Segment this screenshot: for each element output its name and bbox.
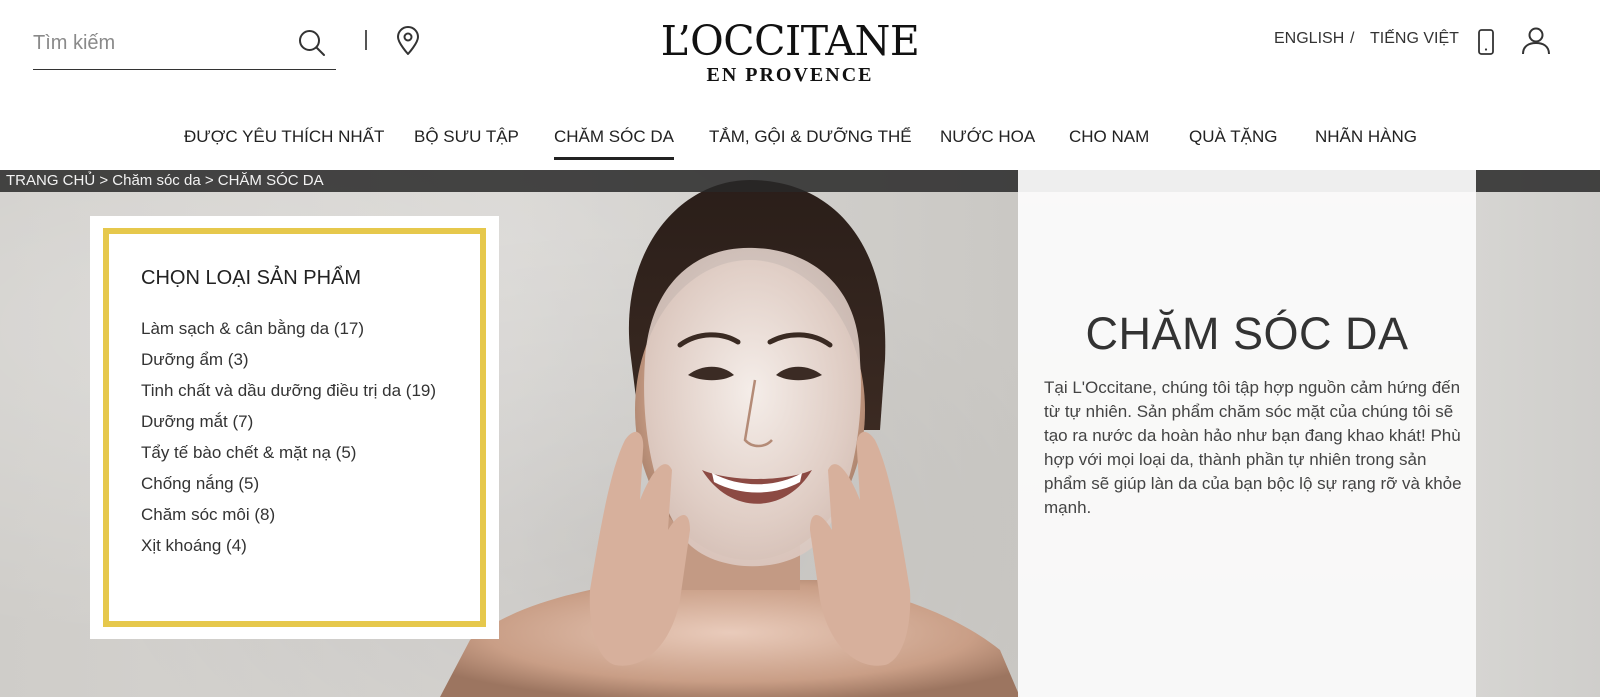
nav-item-fragrance[interactable]: NƯỚC HOA: [940, 120, 1035, 154]
language-english-link[interactable]: ENGLISH: [1274, 30, 1344, 48]
language-separator: /: [1350, 30, 1355, 47]
nav-item-favorites[interactable]: ĐƯỢC YÊU THÍCH NHẤT: [184, 120, 384, 154]
hero-background-right: [1476, 170, 1600, 697]
category-item-serums-oils[interactable]: Tinh chất và dầu dưỡng điều trị da (19): [141, 380, 441, 401]
site-header: L’OCCITANE EN PROVENCE ENGLISH / TIẾNG V…: [0, 0, 1600, 170]
brand-logo[interactable]: L’OCCITANE EN PROVENCE: [640, 18, 940, 96]
category-filter-list: Làm sạch & cân bằng da (17) Dưỡng ẩm (3)…: [141, 318, 441, 566]
nav-item-skincare[interactable]: CHĂM SÓC DA: [554, 120, 674, 160]
hero-photo: [440, 180, 1020, 697]
nav-item-collections[interactable]: BỘ SƯU TẬP: [414, 120, 519, 154]
search-input[interactable]: [33, 28, 283, 58]
breadcrumb-category-link[interactable]: Chăm sóc da: [112, 172, 200, 189]
category-item-sunscreen[interactable]: Chống nắng (5): [141, 473, 441, 494]
user-icon[interactable]: [1521, 26, 1551, 56]
breadcrumb-separator: >: [99, 172, 109, 189]
search-box: [33, 20, 336, 70]
logo-tagline: EN PROVENCE: [706, 64, 874, 86]
category-item-lip-care[interactable]: Chăm sóc môi (8): [141, 504, 441, 525]
location-pin-icon[interactable]: [395, 26, 421, 56]
breadcrumb-separator: >: [204, 172, 214, 189]
category-filter-title: CHỌN LOẠI SẢN PHẨM: [141, 267, 362, 289]
search-icon[interactable]: [297, 28, 327, 58]
breadcrumb-current: CHĂM SÓC DA: [217, 172, 324, 189]
category-filter-card: CHỌN LOẠI SẢN PHẨM Làm sạch & cân bằng d…: [90, 216, 499, 639]
category-info-panel: CHĂM SÓC DA Tại L'Occitane, chúng tôi tậ…: [1018, 170, 1476, 697]
category-item-face-mist[interactable]: Xịt khoáng (4): [141, 535, 441, 556]
category-item-exfoliant-mask[interactable]: Tẩy tế bào chết & mặt nạ (5): [141, 442, 441, 463]
breadcrumb: TRANG CHỦ > Chăm sóc da > CHĂM SÓC DA: [6, 172, 324, 189]
category-heading: CHĂM SÓC DA: [1085, 308, 1409, 359]
category-item-moisturizer[interactable]: Dưỡng ẩm (3): [141, 349, 441, 370]
nav-item-bath-body[interactable]: TẮM, GỘI & DƯỠNG THỂ: [709, 120, 912, 154]
nav-item-men[interactable]: CHO NAM: [1069, 120, 1149, 154]
logo-wordmark: L’OCCITANE: [660, 17, 920, 65]
language-vietnamese-link[interactable]: TIẾNG VIỆT: [1370, 30, 1459, 48]
header-divider: [365, 30, 367, 50]
category-item-cleansing[interactable]: Làm sạch & cân bằng da (17): [141, 318, 441, 339]
main-nav: ĐƯỢC YÊU THÍCH NHẤT BỘ SƯU TẬP CHĂM SÓC …: [0, 120, 1600, 160]
category-item-eye-care[interactable]: Dưỡng mắt (7): [141, 411, 441, 432]
hero-banner: TRANG CHỦ > Chăm sóc da > CHĂM SÓC DA CH…: [0, 170, 1600, 697]
nav-item-brands[interactable]: NHÃN HÀNG: [1315, 120, 1417, 154]
breadcrumb-home-link[interactable]: TRANG CHỦ: [6, 172, 95, 189]
phone-icon[interactable]: [1476, 28, 1496, 56]
nav-item-gifts[interactable]: QUÀ TẶNG: [1189, 120, 1277, 154]
category-description: Tại L'Occitane, chúng tôi tập hợp nguồn …: [1044, 378, 1462, 517]
